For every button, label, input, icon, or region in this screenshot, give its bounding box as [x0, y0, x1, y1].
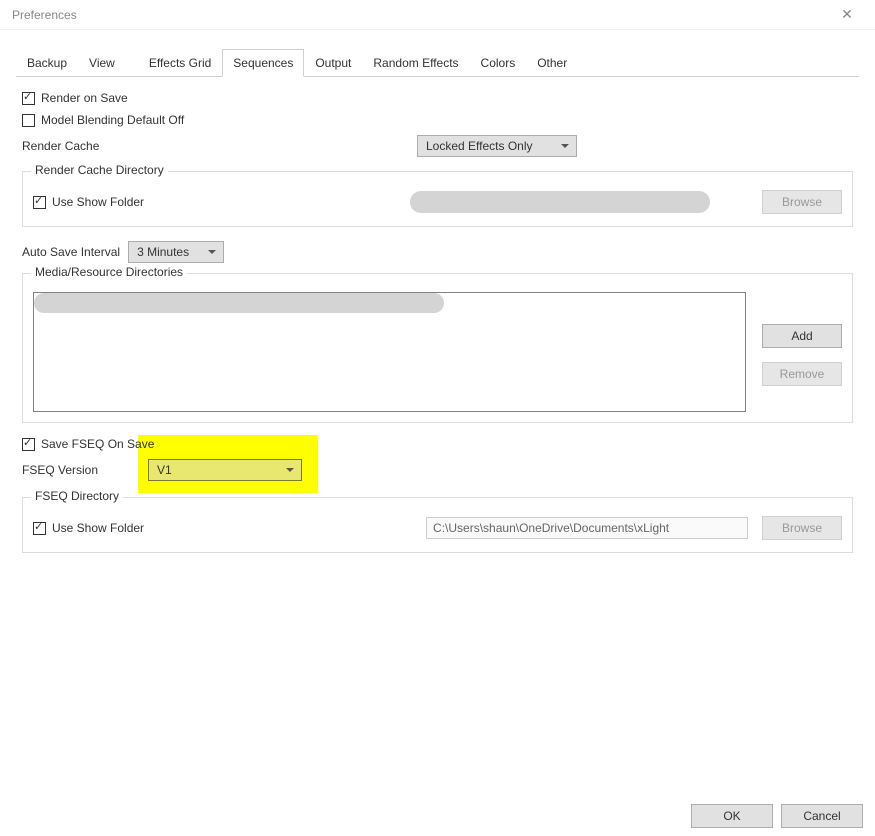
browse-button-2[interactable]: Browse — [762, 516, 842, 540]
dialog-footer: OK Cancel — [0, 796, 875, 836]
use-show-folder-label-2: Use Show Folder — [52, 521, 144, 535]
tab-content-sequences: Render on Save Model Blending Default Of… — [16, 77, 859, 573]
redacted-media-path — [34, 293, 444, 313]
remove-button[interactable]: Remove — [762, 362, 842, 386]
render-on-save-checkbox[interactable] — [22, 92, 35, 105]
model-blending-label: Model Blending Default Off — [41, 113, 184, 127]
tab-other[interactable]: Other — [526, 49, 578, 77]
fseq-version-label: FSEQ Version — [22, 463, 98, 477]
render-cache-row: Render Cache Locked Effects Only — [22, 135, 853, 157]
render-on-save-label: Render on Save — [41, 91, 128, 105]
tab-output[interactable]: Output — [304, 49, 362, 77]
tab-colors[interactable]: Colors — [470, 49, 527, 77]
fseq-version-row: FSEQ Version V1 — [22, 459, 853, 481]
use-show-folder-label-1: Use Show Folder — [52, 195, 144, 209]
redacted-path — [410, 191, 710, 213]
close-button[interactable]: ✕ — [827, 1, 867, 29]
render-cache-directory-legend: Render Cache Directory — [31, 163, 168, 177]
use-show-folder-checkbox-1[interactable] — [33, 196, 46, 209]
tab-view[interactable]: View — [78, 49, 126, 77]
media-resource-fieldset: Media/Resource Directories Add Remove — [22, 273, 853, 423]
fseq-version-value: V1 — [157, 463, 172, 477]
tab-random-effects[interactable]: Random Effects — [362, 49, 469, 77]
fseq-directory-legend: FSEQ Directory — [31, 489, 123, 503]
ok-button[interactable]: OK — [691, 804, 773, 828]
media-resource-legend: Media/Resource Directories — [31, 265, 187, 279]
window-title: Preferences — [12, 8, 77, 22]
render-cache-directory-fieldset: Render Cache Directory Use Show Folder B… — [22, 171, 853, 227]
model-blending-row: Model Blending Default Off — [22, 113, 853, 127]
render-on-save-row: Render on Save — [22, 91, 853, 105]
model-blending-checkbox[interactable] — [22, 114, 35, 127]
browse-button-1[interactable]: Browse — [762, 190, 842, 214]
media-directories-listbox[interactable] — [33, 292, 746, 412]
tab-effects-grid[interactable]: Effects Grid — [138, 49, 222, 77]
cancel-button[interactable]: Cancel — [781, 804, 863, 828]
render-cache-label: Render Cache — [22, 139, 417, 153]
add-button[interactable]: Add — [762, 324, 842, 348]
fseq-version-select[interactable]: V1 — [148, 459, 302, 481]
save-fseq-row: Save FSEQ On Save — [22, 437, 853, 451]
title-bar: Preferences ✕ — [0, 0, 875, 30]
fseq-path-input[interactable] — [426, 517, 748, 539]
auto-save-interval-label: Auto Save Interval — [22, 245, 120, 259]
fseq-directory-fieldset: FSEQ Directory Use Show Folder Browse — [22, 497, 853, 553]
use-show-folder-checkbox-2[interactable] — [33, 522, 46, 535]
render-cache-value: Locked Effects Only — [426, 139, 533, 153]
tab-sequences[interactable]: Sequences — [222, 49, 304, 77]
auto-save-interval-value: 3 Minutes — [137, 245, 189, 259]
close-icon: ✕ — [841, 6, 853, 23]
auto-save-interval-select[interactable]: 3 Minutes — [128, 241, 224, 263]
save-fseq-label: Save FSEQ On Save — [41, 437, 154, 451]
save-fseq-checkbox[interactable] — [22, 438, 35, 451]
render-cache-select[interactable]: Locked Effects Only — [417, 135, 577, 157]
tab-backup[interactable]: Backup — [16, 49, 78, 77]
auto-save-row: Auto Save Interval 3 Minutes — [22, 241, 853, 263]
tabs-bar: Backup View Effects Grid Sequences Outpu… — [16, 48, 859, 77]
